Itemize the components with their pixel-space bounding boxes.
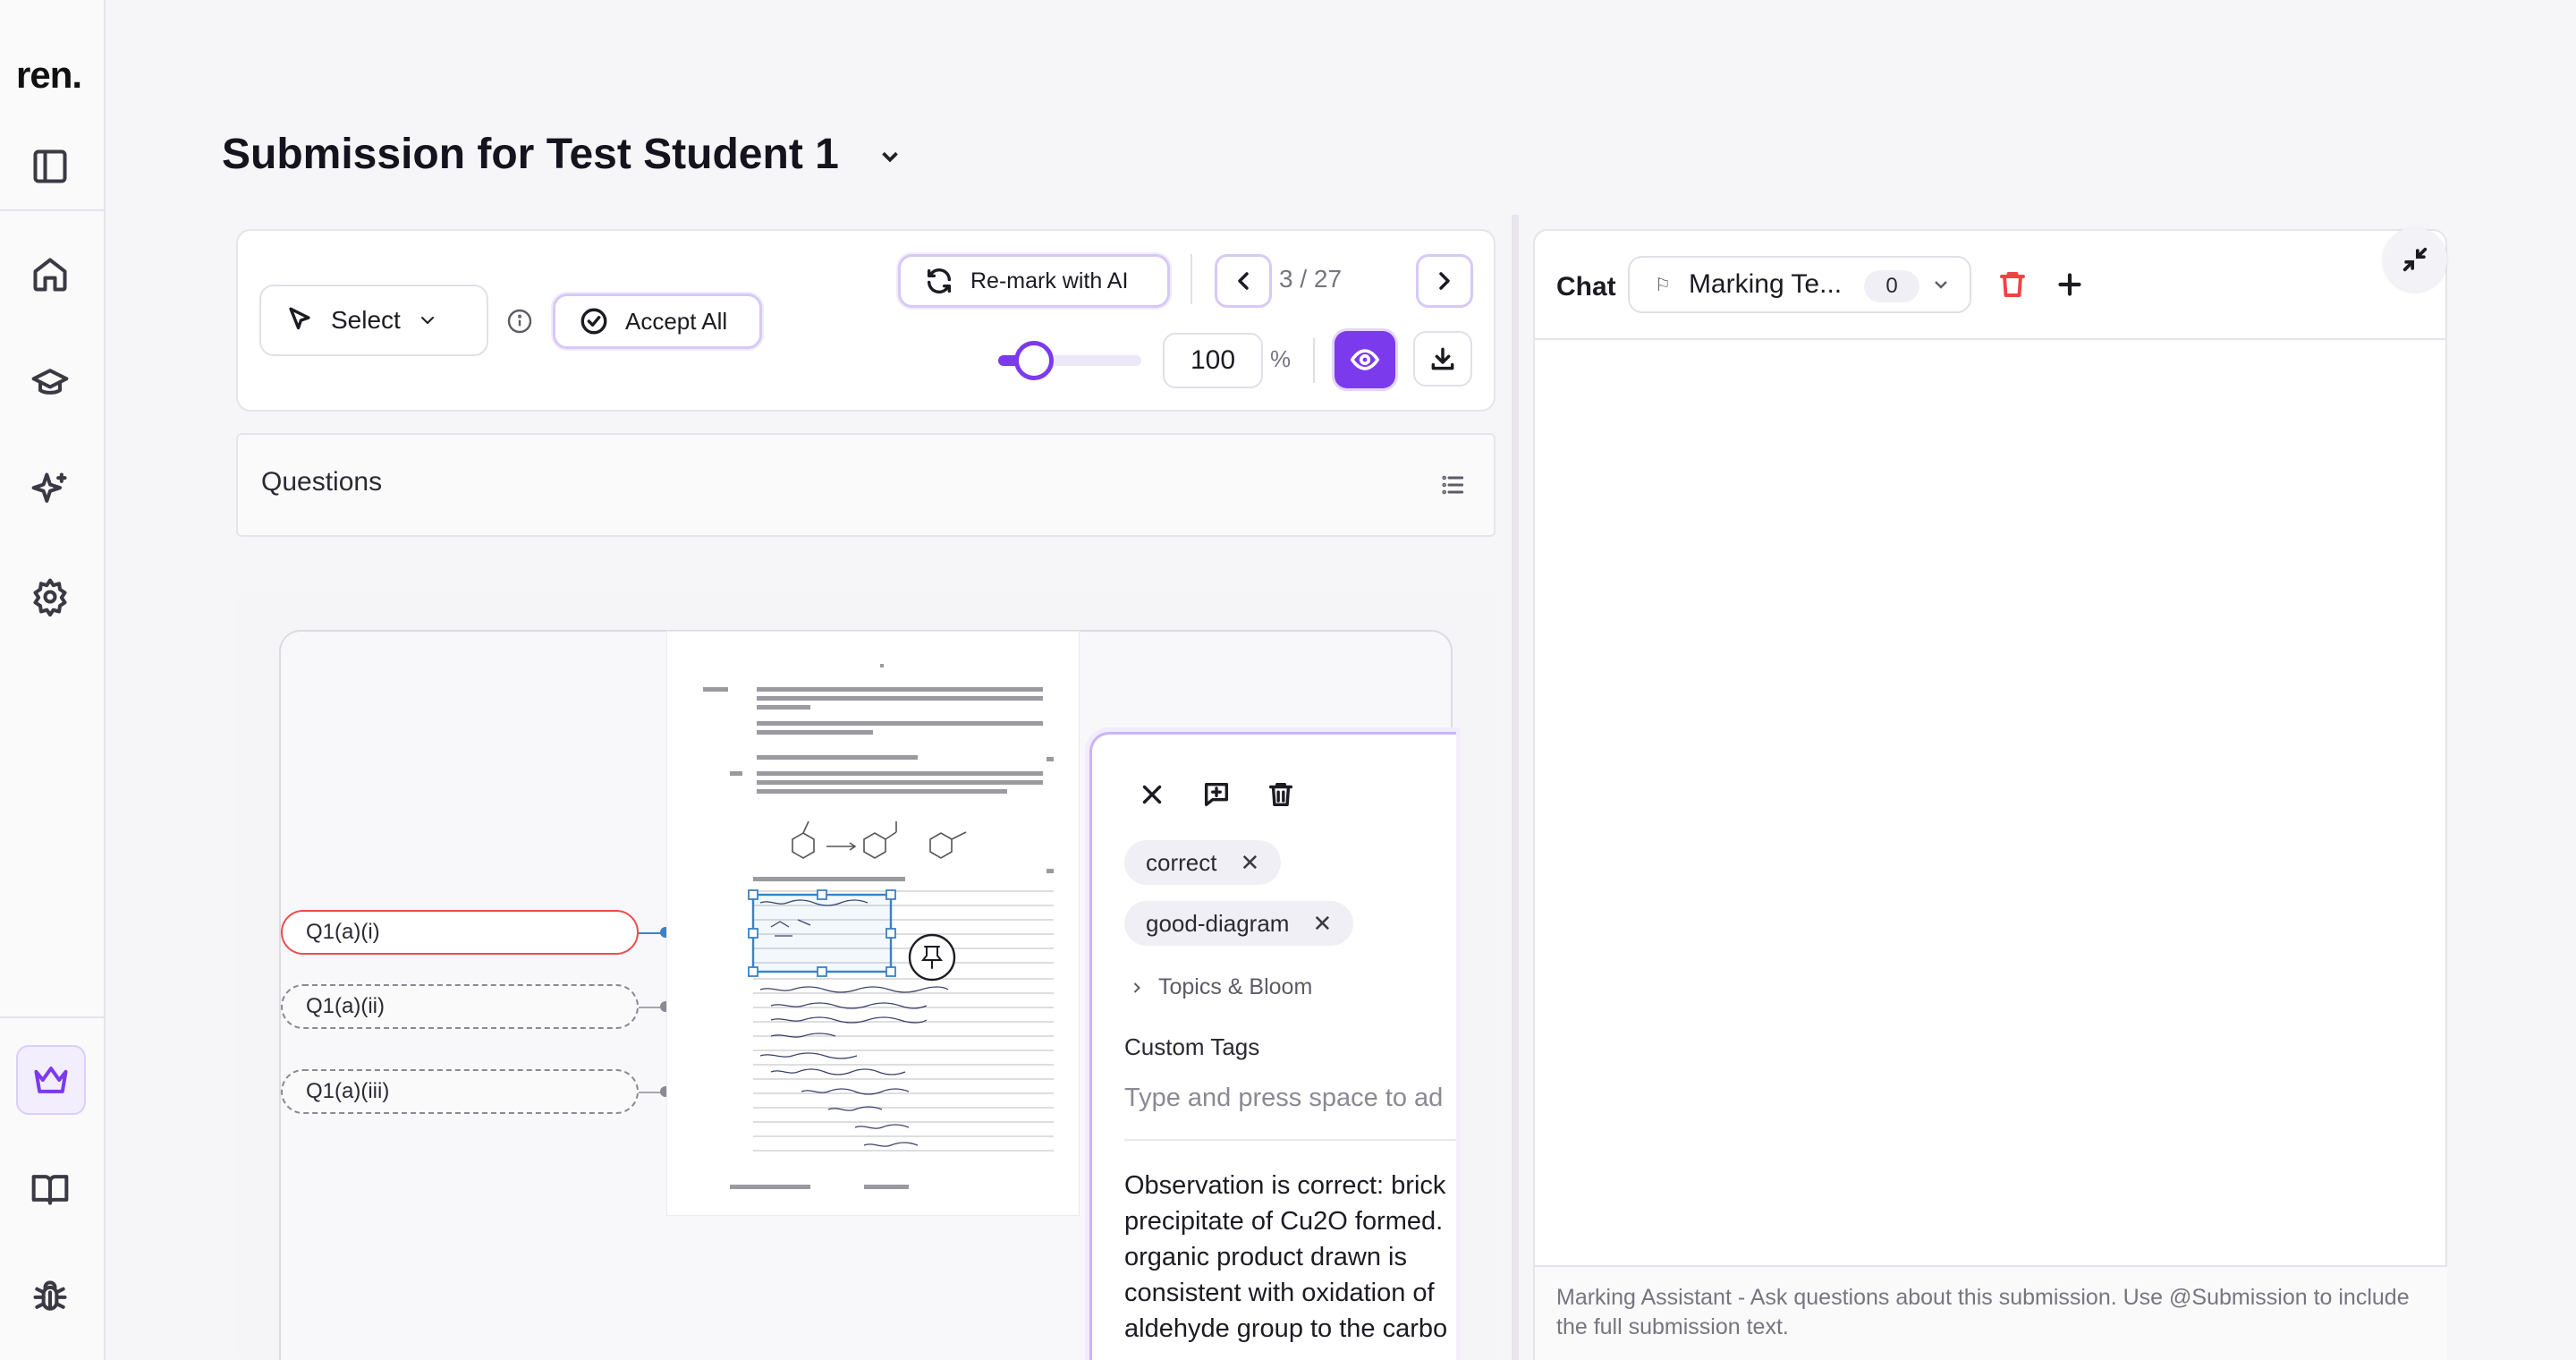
flag-icon: ⚐ xyxy=(1655,275,1671,295)
accept-all-button[interactable]: Accept All xyxy=(553,293,762,349)
remove-tag-icon[interactable]: ✕ xyxy=(1312,910,1332,938)
home-icon xyxy=(33,258,67,292)
remove-tag-icon[interactable]: ✕ xyxy=(1240,849,1259,877)
select-tool-dropdown[interactable]: Select xyxy=(259,285,488,356)
cursor-icon xyxy=(289,307,310,330)
page-indicator: 3 / 27 xyxy=(1279,265,1343,293)
annotation-selection-box[interactable] xyxy=(748,889,896,977)
info-icon[interactable] xyxy=(505,307,534,336)
tag-label: good-diagram xyxy=(1146,909,1290,937)
nav-premium[interactable] xyxy=(16,1045,86,1115)
chat-input-area: Marking Assistant - Ask questions about … xyxy=(1535,1265,2447,1360)
collapse-chat-button[interactable] xyxy=(2383,227,2447,292)
zoom-slider-handle[interactable] xyxy=(1014,341,1054,380)
custom-tags-underline xyxy=(1124,1139,1456,1141)
bug-icon xyxy=(33,1280,67,1311)
comment-line: precipitate of Cu2O formed. xyxy=(1124,1207,1444,1236)
page-title: Submission for Test Student 1 xyxy=(222,131,839,178)
refresh-icon xyxy=(927,268,952,293)
comment-line: aldehyde group to the carbo xyxy=(1124,1314,1448,1343)
tag-chip[interactable]: correct ✕ xyxy=(1124,840,1282,885)
sidebar-divider xyxy=(0,209,106,211)
chat-header: Chat ⚐ Marking Te... 0 xyxy=(1535,227,2447,340)
close-icon[interactable] xyxy=(1137,779,1167,810)
nav-classes[interactable] xyxy=(21,353,79,411)
chat-panel: Chat ⚐ Marking Te... 0 Marking Assistant… xyxy=(1533,227,2447,1360)
minimize-icon xyxy=(2402,247,2428,272)
questions-label: Questions xyxy=(261,467,383,497)
zoom-input[interactable]: 100 xyxy=(1163,333,1263,388)
chevron-right-icon xyxy=(1439,272,1450,290)
comment-line: consistent with oxidation of xyxy=(1124,1279,1435,1307)
submission-switcher[interactable] xyxy=(877,143,912,170)
app-logo: ren. xyxy=(16,54,82,96)
pin-annotation-button[interactable] xyxy=(908,933,956,982)
book-open-icon xyxy=(31,1175,69,1205)
chevron-down-icon xyxy=(882,151,898,163)
add-comment-icon[interactable] xyxy=(1201,779,1232,810)
chevron-down-icon xyxy=(1935,281,1947,289)
toggle-annotations-button[interactable] xyxy=(1335,331,1395,388)
sidebar-panel-icon xyxy=(33,149,67,183)
annotation-comment[interactable]: Observation is correct: brick precipitat… xyxy=(1124,1168,1456,1347)
delete-chat-icon[interactable] xyxy=(1996,268,2029,301)
select-tool-label: Select xyxy=(331,306,401,334)
comment-line: organic product drawn is xyxy=(1124,1243,1407,1271)
remark-ai-button[interactable]: Re-mark with AI xyxy=(898,254,1170,308)
check-circle-icon xyxy=(580,308,607,335)
zoom-unit: % xyxy=(1270,345,1292,372)
eye-icon xyxy=(1350,349,1380,370)
topics-bloom-label: Topics & Bloom xyxy=(1158,974,1313,999)
remark-ai-label: Re-mark with AI xyxy=(970,268,1129,293)
scanned-page-image xyxy=(703,664,1054,1189)
comment-line: Observation is correct: brick xyxy=(1124,1171,1446,1200)
nav-report-bug[interactable] xyxy=(21,1267,79,1324)
graduation-cap-icon xyxy=(31,369,69,395)
chat-session-label: Marking Te... xyxy=(1688,269,1843,299)
crown-icon xyxy=(34,1067,68,1093)
toolbar-divider xyxy=(1313,338,1315,383)
chat-session-dropdown[interactable]: ⚐ Marking Te... 0 xyxy=(1628,256,1971,313)
trash-icon[interactable] xyxy=(1266,779,1296,810)
download-button[interactable] xyxy=(1413,331,1472,387)
tag-label: correct xyxy=(1146,848,1217,876)
gear-icon xyxy=(33,578,67,616)
questions-bar[interactable]: Questions xyxy=(236,433,1496,537)
chevron-right-icon xyxy=(1133,982,1140,993)
accept-all-label: Accept All xyxy=(625,307,728,335)
question-pill-q1aiii[interactable]: Q1(a)(iii) xyxy=(281,1069,639,1114)
next-page-button[interactable] xyxy=(1416,254,1473,308)
question-pill-q1aii[interactable]: Q1(a)(ii) xyxy=(281,984,639,1029)
toggle-sidebar-button[interactable] xyxy=(21,138,79,195)
chevron-down-icon xyxy=(420,317,434,324)
chevron-left-icon xyxy=(1238,272,1249,290)
list-icon[interactable] xyxy=(1438,471,1467,499)
topics-bloom-toggle[interactable]: Topics & Bloom xyxy=(1128,974,1312,1000)
nav-settings[interactable] xyxy=(21,568,79,625)
nav-docs[interactable] xyxy=(21,1160,79,1217)
sidebar-divider xyxy=(0,1016,106,1018)
sidebar: ren. xyxy=(0,0,106,1360)
download-icon xyxy=(1431,347,1454,370)
prev-page-button[interactable] xyxy=(1215,254,1272,308)
new-chat-icon[interactable] xyxy=(2054,268,2086,301)
annotation-popup: correct ✕ good-diagram ✕ Topics & Bloom … xyxy=(1089,732,1456,1360)
scanned-submission-page xyxy=(667,632,1079,1215)
chat-title: Chat xyxy=(1556,272,1616,302)
custom-tags-input[interactable]: Type and press space to ad xyxy=(1124,1084,1456,1130)
custom-tags-label: Custom Tags xyxy=(1124,1033,1260,1060)
nav-ai[interactable] xyxy=(21,461,79,518)
tag-chip[interactable]: good-diagram ✕ xyxy=(1124,901,1354,946)
sparkles-icon xyxy=(31,472,67,503)
chat-session-count: 0 xyxy=(1864,270,1919,302)
chat-hint-text: Marking Assistant - Ask questions about … xyxy=(1556,1285,2410,1339)
question-pill-q1ai[interactable]: Q1(a)(i) xyxy=(281,910,639,955)
toolbar-divider xyxy=(1191,254,1192,304)
panel-resize-handle[interactable] xyxy=(1512,215,1519,1360)
nav-home[interactable] xyxy=(21,246,79,303)
